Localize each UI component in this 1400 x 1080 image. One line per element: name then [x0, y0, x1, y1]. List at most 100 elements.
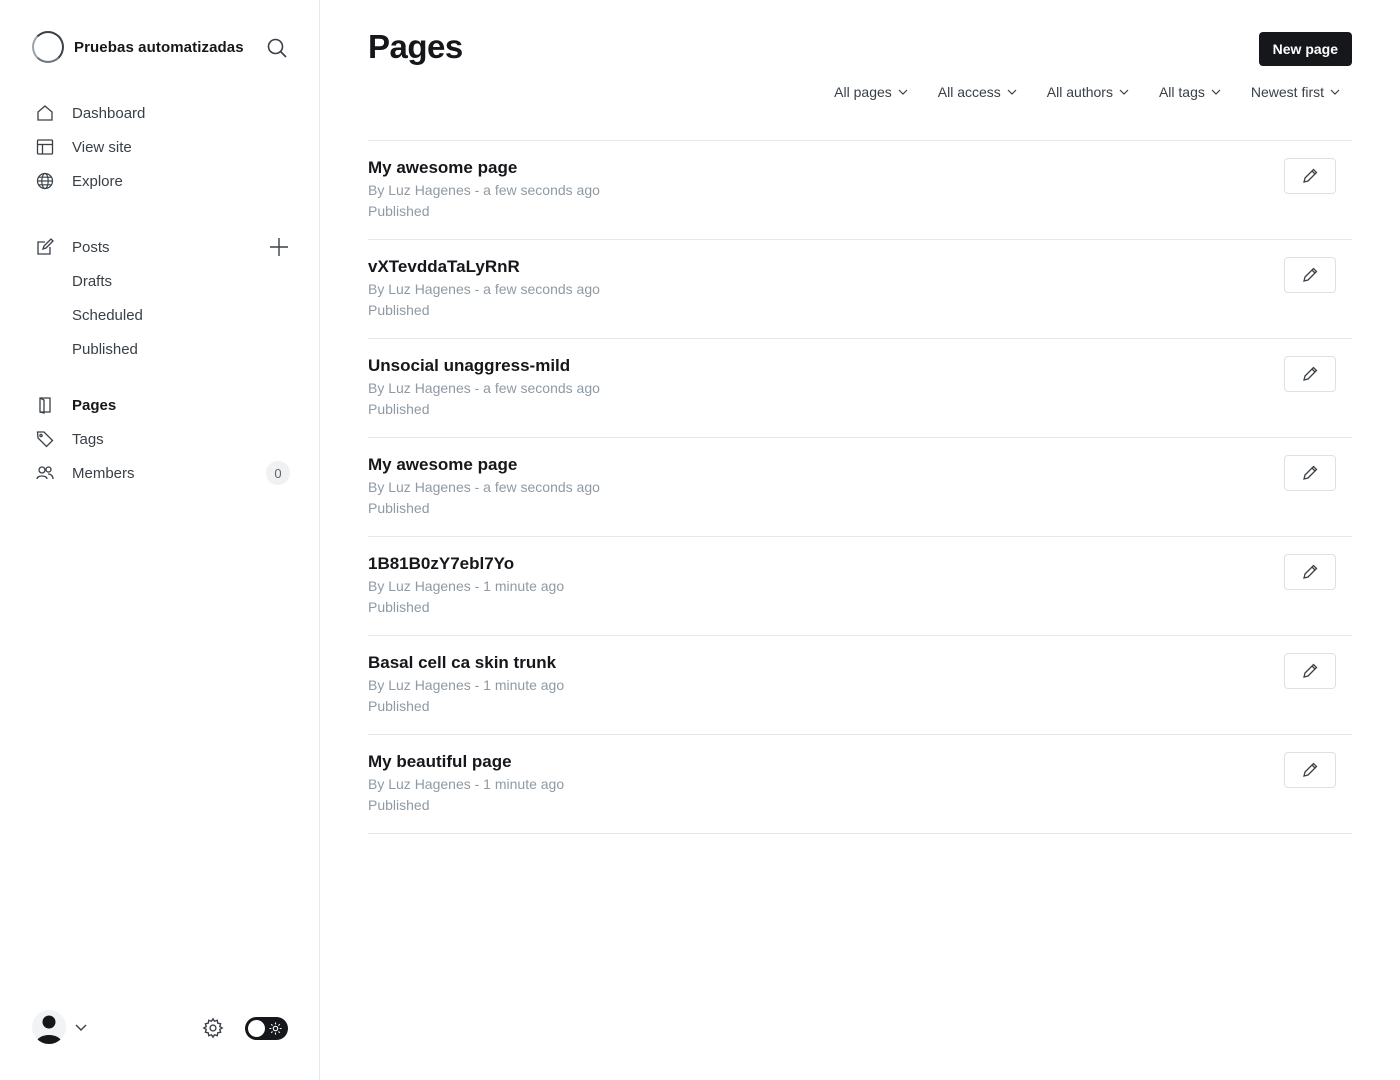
page-item-meta: By Luz Hagenes - a few seconds ago — [368, 479, 600, 495]
nav-item-scheduled[interactable]: Scheduled — [32, 298, 292, 332]
page-item-meta: By Luz Hagenes - 1 minute ago — [368, 677, 565, 693]
filter-label: Newest first — [1250, 84, 1324, 100]
layout-icon — [36, 138, 54, 156]
page-item-status: Published — [368, 203, 430, 219]
chevron-down-icon — [898, 89, 908, 95]
page-item-status: Published — [368, 797, 430, 813]
chevron-down-icon — [1007, 89, 1017, 95]
filter-label: All tags — [1158, 84, 1205, 100]
page-item-meta: By Luz Hagenes - a few seconds ago — [368, 281, 600, 297]
nav-label: Dashboard — [72, 104, 146, 122]
dark-mode-toggle[interactable] — [245, 1017, 288, 1040]
page-item-title[interactable]: My beautiful page — [368, 752, 512, 772]
edit-button[interactable] — [1284, 455, 1336, 491]
nav-label: Scheduled — [72, 306, 143, 324]
new-page-button[interactable]: New page — [1258, 32, 1352, 66]
page-item-title[interactable]: Unsocial unaggress-mild — [368, 356, 570, 376]
page-item-status: Published — [368, 698, 430, 714]
chevron-down-icon — [1211, 89, 1221, 95]
page-item-status: Published — [368, 302, 430, 318]
chevron-down-icon — [1330, 89, 1340, 95]
page-item-title[interactable]: My awesome page — [368, 158, 517, 178]
page-icon — [36, 396, 54, 414]
members-icon — [36, 464, 54, 482]
list-item[interactable]: 1B81B0zY7ebl7Yo By Luz Hagenes - 1 minut… — [368, 537, 1352, 636]
edit-button[interactable] — [1284, 653, 1336, 689]
chevron-down-icon — [1119, 89, 1129, 95]
sort-order-dropdown[interactable]: Newest first — [1251, 82, 1340, 102]
edit-button[interactable] — [1284, 356, 1336, 392]
edit-post-icon — [36, 238, 54, 256]
nav-item-published[interactable]: Published — [32, 332, 292, 366]
filter-author-dropdown[interactable]: All authors — [1047, 82, 1129, 102]
nav-label: Posts — [72, 238, 110, 256]
nav-label: Tags — [72, 430, 104, 448]
nav-item-members[interactable]: Members 0 — [32, 456, 292, 490]
nav-item-explore[interactable]: Explore — [32, 164, 292, 198]
pencil-icon — [1303, 762, 1318, 777]
page-item-status: Published — [368, 500, 430, 516]
nav-label: Members — [72, 464, 135, 482]
page-item-title[interactable]: Basal cell ca skin trunk — [368, 653, 556, 673]
page-item-meta: By Luz Hagenes - 1 minute ago — [368, 578, 565, 594]
page-item-status: Published — [368, 599, 430, 615]
nav-item-drafts[interactable]: Drafts — [32, 264, 292, 298]
filter-tag-dropdown[interactable]: All tags — [1159, 82, 1221, 102]
page-item-status: Published — [368, 401, 430, 417]
pages-list: My awesome page By Luz Hagenes - a few s… — [368, 140, 1352, 834]
nav-item-dashboard[interactable]: Dashboard — [32, 96, 292, 130]
members-count-badge: 0 — [266, 461, 290, 485]
edit-button[interactable] — [1284, 554, 1336, 590]
pencil-icon — [1303, 663, 1318, 678]
pencil-icon — [1303, 168, 1318, 183]
home-icon — [36, 104, 54, 122]
list-item[interactable]: My awesome page By Luz Hagenes - a few s… — [368, 438, 1352, 537]
edit-button[interactable] — [1284, 257, 1336, 293]
page-item-title[interactable]: 1B81B0zY7ebl7Yo — [368, 554, 514, 574]
list-item[interactable]: My awesome page By Luz Hagenes - a few s… — [368, 141, 1352, 240]
site-brand[interactable]: Pruebas automatizadas — [32, 31, 244, 63]
nav-label: Drafts — [72, 272, 113, 290]
list-item[interactable]: My beautiful page By Luz Hagenes - 1 min… — [368, 735, 1352, 834]
page-item-meta: By Luz Hagenes - a few seconds ago — [368, 380, 600, 396]
pencil-icon — [1303, 564, 1318, 579]
filter-access-dropdown[interactable]: All access — [938, 82, 1017, 102]
sidebar: Pruebas automatizadas Dashboard View sit… — [0, 0, 320, 1080]
nav-label: Published — [72, 340, 138, 358]
page-item-title[interactable]: vXTevddaTaLyRnR — [368, 257, 520, 277]
gear-icon[interactable] — [202, 1017, 224, 1039]
filter-bar: All pages All access All authors All tag… — [804, 82, 1340, 102]
site-logo-icon — [32, 31, 64, 63]
pencil-icon — [1303, 267, 1318, 282]
user-avatar[interactable] — [32, 1010, 66, 1044]
nav-label: Explore — [72, 172, 123, 190]
nav-label: View site — [72, 138, 132, 156]
page-item-meta: By Luz Hagenes - a few seconds ago — [368, 182, 600, 198]
main-nav: Dashboard View site Explore — [32, 96, 292, 198]
page-title: Pages — [368, 28, 463, 65]
toggle-knob — [248, 1020, 265, 1037]
nav-label: Pages — [72, 396, 117, 414]
secondary-nav: Pages Tags Members 0 — [32, 388, 292, 490]
tag-icon — [36, 430, 54, 448]
page-item-meta: By Luz Hagenes - 1 minute ago — [368, 776, 565, 792]
posts-nav: Posts Drafts Scheduled Published — [32, 230, 292, 366]
nav-item-tags[interactable]: Tags — [32, 422, 292, 456]
edit-button[interactable] — [1284, 158, 1336, 194]
nav-item-pages[interactable]: Pages — [32, 388, 292, 422]
filter-type-dropdown[interactable]: All pages — [834, 82, 908, 102]
list-item[interactable]: vXTevddaTaLyRnR By Luz Hagenes - a few s… — [368, 240, 1352, 339]
pencil-icon — [1303, 465, 1318, 480]
list-item[interactable]: Unsocial unaggress-mild By Luz Hagenes -… — [368, 339, 1352, 438]
filter-label: All authors — [1046, 84, 1113, 100]
globe-icon — [36, 172, 54, 190]
page-item-title[interactable]: My awesome page — [368, 455, 517, 475]
new-post-plus-icon[interactable] — [268, 236, 290, 258]
search-icon[interactable] — [265, 36, 289, 60]
chevron-down-icon[interactable] — [74, 1020, 88, 1034]
nav-item-posts[interactable]: Posts — [32, 230, 292, 264]
nav-item-view-site[interactable]: View site — [32, 130, 292, 164]
pencil-icon — [1303, 366, 1318, 381]
list-item[interactable]: Basal cell ca skin trunk By Luz Hagenes … — [368, 636, 1352, 735]
edit-button[interactable] — [1284, 752, 1336, 788]
